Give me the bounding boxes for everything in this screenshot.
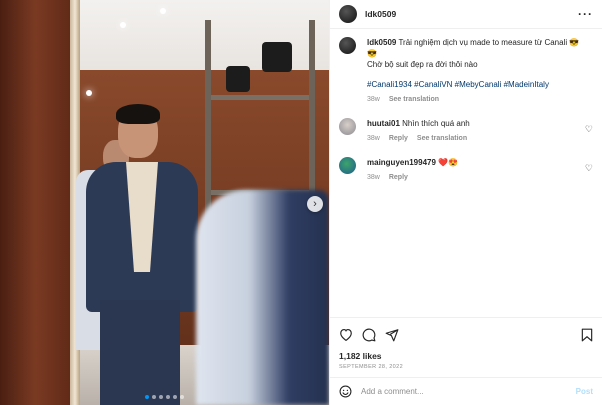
scene-tailor-blurred [196, 190, 329, 405]
carousel-dot [173, 395, 177, 399]
hashtag-link[interactable]: #MadeinItaly [504, 80, 549, 89]
post-actions-bar [330, 317, 602, 351]
caption-text: Trải nghiệm dịch vụ made to measure từ C… [367, 38, 580, 58]
carousel-dots [0, 395, 329, 399]
reply-button[interactable]: Reply [389, 133, 408, 144]
comment-text: ❤️😍 [438, 158, 459, 167]
add-comment-input[interactable] [361, 387, 576, 396]
hashtag-link[interactable]: #Canali1934 [367, 80, 412, 89]
comment-item: huutai01 Nhìn thích quá anh 38w Reply Se… [339, 118, 593, 144]
like-comment-heart-icon[interactable]: ♡ [585, 163, 593, 174]
post-header: ldk0509 ··· [330, 0, 602, 29]
scene-man-trousers [100, 300, 180, 405]
carousel-dot [152, 395, 156, 399]
scene-left-wall [0, 0, 78, 405]
scene-wall-light [86, 90, 92, 96]
comment-time: 38w [367, 135, 380, 142]
post-date: SEPTEMBER 28, 2022 [339, 364, 404, 370]
carousel-dot [145, 395, 149, 399]
like-comment-heart-icon[interactable]: ♡ [585, 124, 593, 135]
caption-item: ldk0509 Trải nghiệm dịch vụ made to meas… [339, 37, 593, 105]
see-translation-link[interactable]: See translation [389, 94, 439, 105]
scene-bag [262, 42, 292, 72]
likes-count[interactable]: 1,182 likes [330, 351, 602, 361]
comment-line: mainguyen199479 ❤️😍 [367, 157, 582, 168]
carousel-dot [180, 395, 184, 399]
emoji-icon[interactable] [339, 385, 352, 398]
comment-meta: 38w Reply [367, 172, 582, 183]
caption-meta: 38w See translation [367, 94, 582, 105]
scene-ceiling-light [120, 22, 126, 28]
scene-man-hair [116, 104, 160, 124]
photo-scene [0, 0, 329, 405]
comment-text: Nhìn thích quá anh [402, 119, 470, 128]
caption-username[interactable]: ldk0509 [367, 38, 396, 47]
commenter-avatar[interactable] [339, 157, 356, 174]
caption-author-avatar[interactable] [339, 37, 356, 54]
share-icon[interactable] [385, 328, 399, 342]
comment-item: mainguyen199479 ❤️😍 38w Reply ♡ [339, 157, 593, 183]
scene-ceiling-light [160, 8, 166, 14]
author-username[interactable]: ldk0509 [365, 9, 396, 19]
carousel-dot [159, 395, 163, 399]
comment-body: mainguyen199479 ❤️😍 38w Reply [367, 157, 582, 183]
author-avatar[interactable] [339, 5, 357, 23]
post-side-panel: ldk0509 ··· ldk0509 Trải nghiệm dịch vụ … [329, 0, 602, 405]
comment-line: huutai01 Nhìn thích quá anh [367, 118, 582, 129]
scene-bag [226, 66, 250, 92]
commenter-avatar[interactable] [339, 118, 356, 135]
comment-icon[interactable] [362, 328, 376, 342]
comment-time: 38w [367, 174, 380, 181]
caption-line-1: ldk0509 Trải nghiệm dịch vụ made to meas… [367, 37, 582, 59]
bookmark-icon[interactable] [581, 328, 593, 342]
caption-time: 38w [367, 96, 380, 103]
scene-shelf-bar [211, 95, 309, 100]
carousel-dot [166, 395, 170, 399]
post-photo[interactable]: › [0, 0, 329, 405]
hashtag-link[interactable]: #MebyCanali [455, 80, 502, 89]
comment-username[interactable]: huutai01 [367, 119, 400, 128]
comment-meta: 38w Reply See translation [367, 133, 582, 144]
comment-username[interactable]: mainguyen199479 [367, 158, 436, 167]
reply-button[interactable]: Reply [389, 172, 408, 183]
next-photo-button[interactable]: › [307, 196, 323, 212]
caption-body: ldk0509 Trải nghiệm dịch vụ made to meas… [367, 37, 582, 105]
chevron-right-icon: › [313, 198, 317, 210]
hashtag-link[interactable]: #CanaliVN [414, 80, 452, 89]
post-comment-button[interactable]: Post [576, 387, 593, 396]
instagram-post-view: › ldk0509 ··· ldk0509 Trải nghiệm dịch v… [0, 0, 602, 405]
caption-hashtags: #Canali1934 #CanaliVN #MebyCanali #Madei… [367, 79, 582, 90]
comment-body: huutai01 Nhìn thích quá anh 38w Reply Se… [367, 118, 582, 144]
caption-line-2: Chờ bộ suit đẹp ra đời thôi nào [367, 60, 478, 69]
heart-icon[interactable] [339, 328, 353, 341]
see-translation-link[interactable]: See translation [417, 133, 467, 144]
comments-section: ldk0509 Trải nghiệm dịch vụ made to meas… [330, 29, 602, 317]
more-options-icon[interactable]: ··· [578, 7, 593, 21]
comment-composer: Post [330, 377, 602, 405]
